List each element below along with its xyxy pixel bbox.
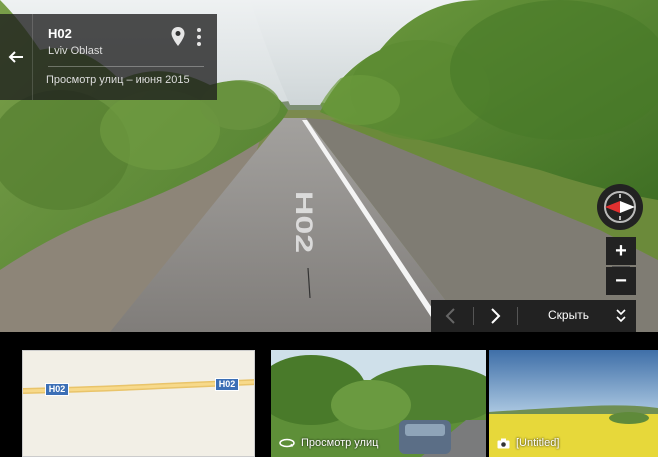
- capture-date[interactable]: Просмотр улиц – июня 2015: [46, 74, 190, 86]
- bar-divider: [473, 307, 474, 325]
- double-chevron-down-icon: [616, 309, 626, 323]
- compass-icon: [604, 191, 636, 223]
- road-shield-right: H02: [215, 378, 239, 391]
- back-button[interactable]: [0, 14, 33, 100]
- arrow-left-icon: [8, 51, 23, 63]
- map-pin-icon[interactable]: [170, 26, 186, 48]
- location-subtitle[interactable]: Lviv Oblast: [48, 45, 102, 57]
- more-vertical-icon[interactable]: [192, 26, 206, 48]
- location-title: H02: [48, 26, 72, 41]
- street-view-rotate-icon: [279, 438, 295, 448]
- zoom-out-button[interactable]: −: [606, 267, 636, 295]
- street-view-thumbnail-label: Просмотр улиц: [279, 437, 378, 449]
- hide-label: Скрыть: [548, 308, 589, 322]
- map-thumbnail[interactable]: H02 H02: [22, 350, 255, 457]
- street-view-label-text: Просмотр улиц: [301, 437, 379, 449]
- info-divider: [48, 66, 204, 67]
- bar-divider: [517, 307, 518, 325]
- chevron-right-icon[interactable]: [485, 306, 505, 326]
- chevron-left-icon[interactable]: [441, 306, 461, 326]
- photo-thumbnail[interactable]: [Untitled]: [489, 350, 658, 457]
- hide-thumbnails-button[interactable]: Скрыть: [531, 300, 636, 332]
- camera-icon: [497, 438, 510, 448]
- photo-label-text: [Untitled]: [516, 437, 560, 449]
- location-info-card: H02 Lviv Oblast Просмотр улиц – июня 201…: [0, 14, 217, 100]
- compass-button[interactable]: [597, 184, 643, 230]
- thumbnail-strip: H02 H02 Просмотр улиц [Untitled]: [0, 332, 658, 457]
- road-marking: H02: [290, 191, 317, 253]
- mini-map: [23, 351, 254, 456]
- photo-thumbnail-label: [Untitled]: [497, 437, 559, 449]
- road-shield-left: H02: [45, 383, 69, 396]
- street-view-app: H02 H02 Lviv Oblast Просмотр улиц – июня…: [0, 0, 658, 457]
- thumbnail-control-bar: Скрыть: [431, 300, 636, 332]
- street-view-thumbnail[interactable]: Просмотр улиц: [271, 350, 486, 457]
- zoom-in-button[interactable]: +: [606, 237, 636, 265]
